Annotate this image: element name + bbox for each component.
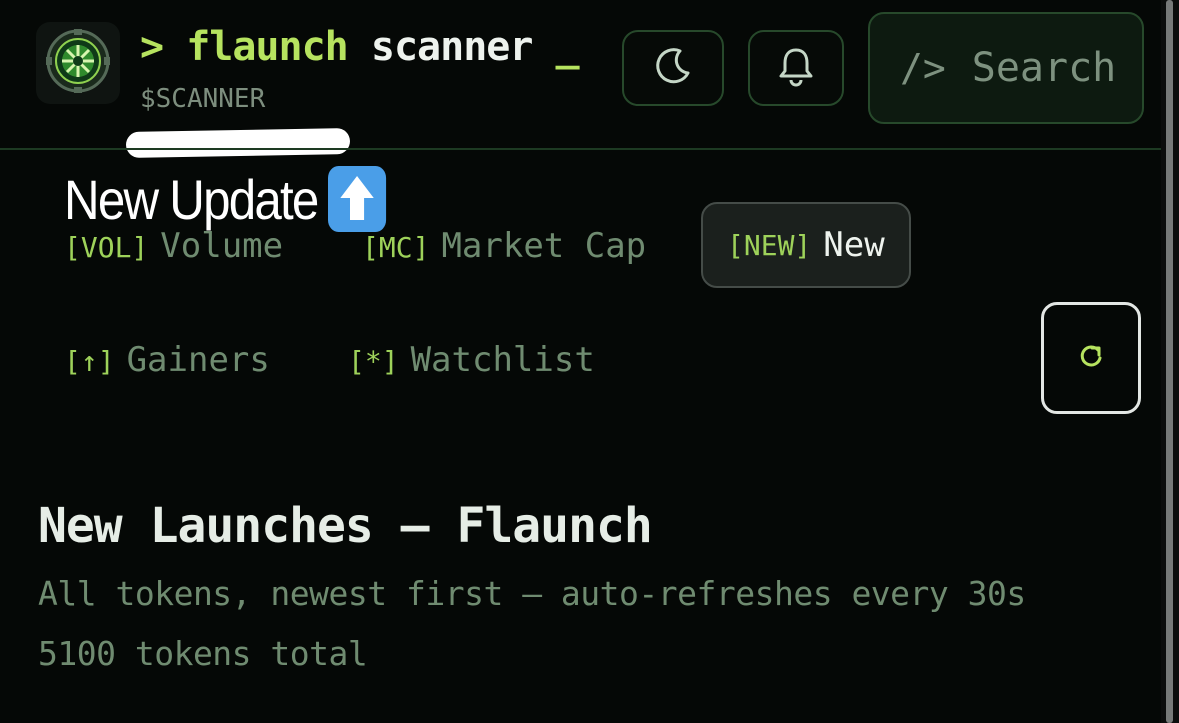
tab-gainers[interactable]: [↑] Gainers (64, 340, 270, 380)
tab-tag: [NEW] (727, 228, 812, 262)
refresh-icon (1076, 341, 1106, 375)
brand-name-flaunch: flaunch (186, 24, 349, 70)
tab-tag: [VOL] (64, 231, 149, 264)
tab-tag: [*] (348, 345, 399, 378)
notifications-button[interactable] (748, 30, 844, 106)
refresh-button[interactable] (1041, 302, 1141, 414)
tab-label: Gainers (126, 340, 270, 380)
tab-tag: [MC] (362, 231, 430, 264)
theme-toggle-button[interactable] (622, 30, 724, 106)
ticker-label: $SCANNER (140, 84, 266, 114)
search-prompt-icon: /> (900, 46, 946, 90)
tab-tag: [↑] (64, 345, 115, 378)
page-title: New Launches — Flaunch (38, 498, 653, 554)
tab-label: Watchlist (410, 340, 595, 380)
brand-prompt: > (140, 24, 164, 70)
bell-icon (776, 45, 816, 91)
scanner-page: > flaunch scanner _ $SCANNER /> Search N… (0, 0, 1179, 723)
tab-label: New (823, 225, 885, 265)
update-annotation: New Update (64, 166, 387, 232)
tab-new[interactable]: [NEW] New (701, 202, 911, 288)
scrollbar[interactable] (1161, 0, 1179, 723)
tab-market-cap[interactable]: [MC] Market Cap (362, 226, 646, 266)
compass-emblem-icon (44, 27, 112, 99)
tab-label: Volume (160, 226, 284, 266)
brand-cursor: _ (555, 24, 580, 70)
app-logo[interactable] (36, 22, 120, 104)
search-button[interactable]: /> Search (868, 12, 1144, 124)
brand-title[interactable]: > flaunch scanner _ (140, 24, 580, 70)
tab-label: Market Cap (441, 226, 647, 266)
moon-icon (652, 45, 694, 91)
token-count: 5100 tokens total (38, 634, 368, 673)
up-arrow-emoji-icon (328, 166, 387, 232)
brand-name-scanner: scanner (370, 24, 534, 70)
scrollbar-thumb[interactable] (1166, 0, 1173, 723)
tab-volume[interactable]: [VOL] Volume (64, 226, 283, 266)
redaction-mark (125, 128, 351, 158)
page-subtitle: All tokens, newest first — auto-refreshe… (38, 574, 1026, 613)
search-label: Search (971, 45, 1117, 91)
tab-watchlist[interactable]: [*] Watchlist (348, 340, 595, 380)
update-annotation-text: New Update (64, 167, 319, 231)
header-divider (0, 148, 1164, 150)
